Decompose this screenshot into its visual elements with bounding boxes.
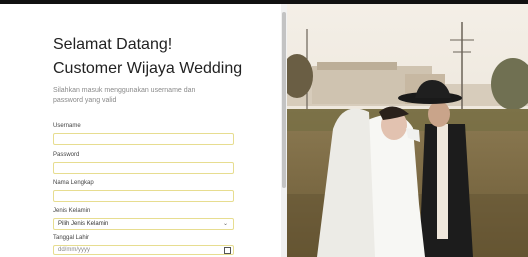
- scrollbar-thumb[interactable]: [282, 12, 286, 188]
- welcome-title: Selamat Datang!: [53, 36, 173, 53]
- gender-label: Jenis Kelamin: [53, 208, 91, 214]
- wedding-photo: [287, 4, 528, 257]
- fullname-label: Nama Lengkap: [53, 180, 94, 186]
- birthdate-input[interactable]: dd/mm/yyyy: [53, 245, 234, 255]
- password-input[interactable]: [53, 162, 234, 174]
- username-label: Username: [53, 123, 81, 129]
- username-input[interactable]: [53, 133, 234, 145]
- brand-title: Customer Wijaya Wedding: [53, 60, 243, 77]
- chevron-down-icon: ⌄: [222, 221, 228, 227]
- password-label: Password: [53, 152, 80, 158]
- gender-select-value: Pilih Jenis Kelamin: [58, 221, 109, 227]
- login-subtitle: Silahkan masuk menggunakan username dan …: [53, 87, 196, 104]
- birthdate-placeholder: dd/mm/yyyy: [58, 247, 91, 253]
- birthdate-label: Tanggal Lahir: [53, 235, 90, 241]
- calendar-icon[interactable]: [224, 247, 231, 254]
- fullname-input[interactable]: [53, 190, 234, 202]
- gender-select[interactable]: Pilih Jenis Kelamin ⌄: [53, 218, 234, 230]
- login-panel: Selamat Datang! Customer Wijaya Wedding …: [0, 4, 283, 257]
